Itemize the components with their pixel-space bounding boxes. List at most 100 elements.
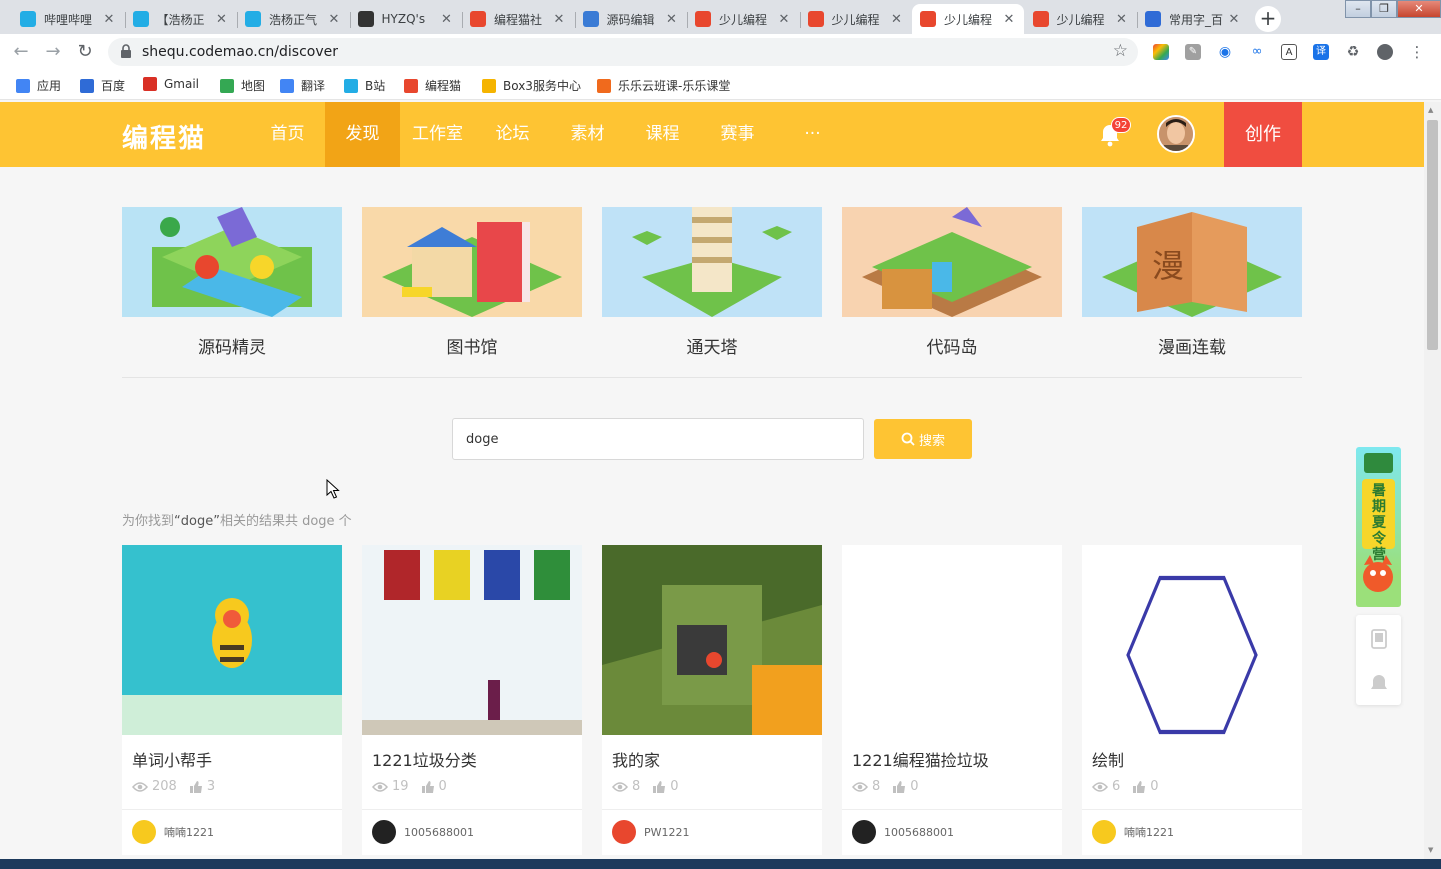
project-title[interactable]: 我的家 [612, 747, 660, 771]
author-avatar[interactable] [1092, 820, 1116, 844]
author-avatar[interactable] [612, 820, 636, 844]
browser-tab[interactable]: 编程猫社 ✕ [462, 4, 574, 34]
minimize-button[interactable]: – [1345, 0, 1371, 18]
extension-eye-icon[interactable]: ◉ [1217, 44, 1233, 60]
nav-item[interactable]: 素材 [550, 102, 625, 167]
author-name[interactable]: 喃喃1221 [1124, 824, 1174, 840]
nav-item[interactable]: 论坛 [475, 102, 550, 167]
bookmark-item[interactable]: B站 [344, 77, 385, 94]
author-name[interactable]: 喃喃1221 [164, 824, 214, 840]
project-author[interactable]: 1005688001 [372, 820, 474, 844]
new-tab-button[interactable]: + [1255, 6, 1281, 32]
category-card[interactable]: 代码岛 [842, 207, 1062, 358]
project-thumbnail[interactable] [1082, 545, 1302, 735]
browser-tab[interactable]: 常用字_百 ✕ [1137, 4, 1249, 34]
notice-bell-icon[interactable] [1369, 673, 1389, 693]
bookmark-item[interactable]: 乐乐云班课-乐乐课堂 [597, 77, 730, 94]
tab-close-icon[interactable]: ✕ [440, 12, 454, 27]
project-author[interactable]: 喃喃1221 [132, 820, 214, 844]
browser-tab[interactable]: 源码编辑 ✕ [574, 4, 687, 34]
project-title[interactable]: 1221编程猫捡垃圾 [852, 747, 989, 771]
project-title[interactable]: 单词小帮手 [132, 747, 212, 771]
search-button[interactable]: 搜索 [874, 419, 972, 459]
page-scrollbar[interactable]: ▲ ▼ [1424, 102, 1441, 859]
author-avatar[interactable] [132, 820, 156, 844]
browser-tab[interactable]: 【浩杨正 ✕ [124, 4, 237, 34]
author-avatar[interactable] [852, 820, 876, 844]
bookmark-item[interactable]: 百度 [80, 77, 125, 94]
project-card[interactable]: 1221编程猫捡垃圾 8 0 1005688001 [842, 545, 1062, 855]
browser-tab[interactable]: HYZQ's ✕ [349, 4, 462, 34]
tab-close-icon[interactable]: ✕ [1115, 12, 1129, 27]
browser-tab[interactable]: 少儿编程 ✕ [912, 4, 1024, 34]
like-thumb-icon[interactable] [652, 780, 666, 794]
tab-close-icon[interactable]: ✕ [552, 12, 566, 27]
nav-item[interactable]: 工作室 [400, 102, 475, 167]
extension-pdf-icon[interactable]: ✎ [1185, 44, 1201, 60]
project-title[interactable]: 绘制 [1092, 747, 1124, 771]
browser-tab[interactable]: 少儿编程 ✕ [799, 4, 912, 34]
profile-icon[interactable] [1377, 44, 1393, 60]
bookmark-item[interactable]: 地图 [220, 77, 265, 94]
extension-infinity-icon[interactable]: ∞ [1249, 44, 1265, 60]
search-input[interactable] [452, 418, 864, 460]
bookmark-item[interactable]: 应用 [16, 77, 61, 94]
address-bar[interactable]: shequ.codemao.cn/discover ☆ [108, 38, 1138, 66]
browser-tab[interactable]: 少儿编程 ✕ [1025, 4, 1137, 34]
back-arrow-icon[interactable]: ← [10, 41, 32, 63]
bookmark-item[interactable]: 翻译 [280, 77, 325, 94]
extension-translate-icon[interactable]: 译 [1313, 44, 1329, 60]
bookmark-item[interactable]: Gmail [143, 77, 199, 91]
tab-close-icon[interactable]: ✕ [1227, 12, 1241, 27]
tab-close-icon[interactable]: ✕ [777, 12, 791, 27]
category-card[interactable]: 图书馆 [362, 207, 582, 358]
project-card[interactable]: 我的家 8 0 PW1221 [602, 545, 822, 855]
project-card[interactable]: 1221垃圾分类 19 0 1005688001 [362, 545, 582, 855]
maximize-button[interactable]: ❐ [1371, 0, 1397, 18]
category-card[interactable]: 通天塔 [602, 207, 822, 358]
tab-close-icon[interactable]: ✕ [1002, 12, 1016, 27]
project-author[interactable]: 1005688001 [852, 820, 954, 844]
browser-menu-icon[interactable]: ⋮ [1409, 44, 1425, 60]
project-thumbnail[interactable] [602, 545, 822, 735]
bookmark-item[interactable]: Box3服务中心 [482, 77, 581, 94]
scroll-up-arrow-icon[interactable]: ▲ [1428, 106, 1433, 114]
project-card[interactable]: 单词小帮手 208 3 喃喃1221 [122, 545, 342, 855]
tab-close-icon[interactable]: ✕ [665, 12, 679, 27]
extension-color-icon[interactable] [1153, 44, 1169, 60]
tab-close-icon[interactable]: ✕ [327, 12, 341, 27]
like-thumb-icon[interactable] [421, 780, 435, 794]
like-thumb-icon[interactable] [189, 780, 203, 794]
tab-close-icon[interactable]: ✕ [890, 12, 904, 27]
bookmark-item[interactable]: 编程猫 [404, 77, 461, 94]
author-name[interactable]: 1005688001 [884, 826, 954, 839]
nav-item[interactable]: 发现 [325, 102, 400, 167]
project-card[interactable]: 绘制 6 0 喃喃1221 [1082, 545, 1302, 855]
project-author[interactable]: 喃喃1221 [1092, 820, 1174, 844]
extensions-puzzle-icon[interactable]: ♻ [1345, 44, 1361, 60]
user-avatar[interactable] [1157, 115, 1195, 153]
project-author[interactable]: PW1221 [612, 820, 690, 844]
nav-item[interactable]: 首页 [250, 102, 325, 167]
reload-icon[interactable]: ↻ [74, 41, 96, 63]
create-button[interactable]: 创作 [1224, 102, 1302, 167]
summer-camp-banner[interactable]: 暑期夏令营 [1356, 447, 1401, 607]
browser-tab[interactable]: 浩杨正气 ✕ [237, 4, 349, 34]
project-thumbnail[interactable] [842, 545, 1062, 735]
close-window-button[interactable]: ✕ [1397, 0, 1441, 18]
bookmark-star-icon[interactable]: ☆ [1113, 41, 1128, 61]
mobile-app-icon[interactable] [1370, 629, 1388, 649]
author-name[interactable]: 1005688001 [404, 826, 474, 839]
project-thumbnail[interactable] [122, 545, 342, 735]
nav-item[interactable]: ··· [775, 102, 850, 167]
category-card[interactable]: 源码精灵 [122, 207, 342, 358]
scrollbar-thumb[interactable] [1427, 120, 1438, 350]
forward-arrow-icon[interactable]: → [42, 41, 64, 63]
scroll-down-arrow-icon[interactable]: ▼ [1428, 846, 1433, 854]
like-thumb-icon[interactable] [1132, 780, 1146, 794]
site-logo[interactable]: 编程猫 [122, 118, 206, 155]
tab-close-icon[interactable]: ✕ [102, 12, 116, 27]
author-avatar[interactable] [372, 820, 396, 844]
author-name[interactable]: PW1221 [644, 826, 690, 839]
tab-close-icon[interactable]: ✕ [215, 12, 229, 27]
